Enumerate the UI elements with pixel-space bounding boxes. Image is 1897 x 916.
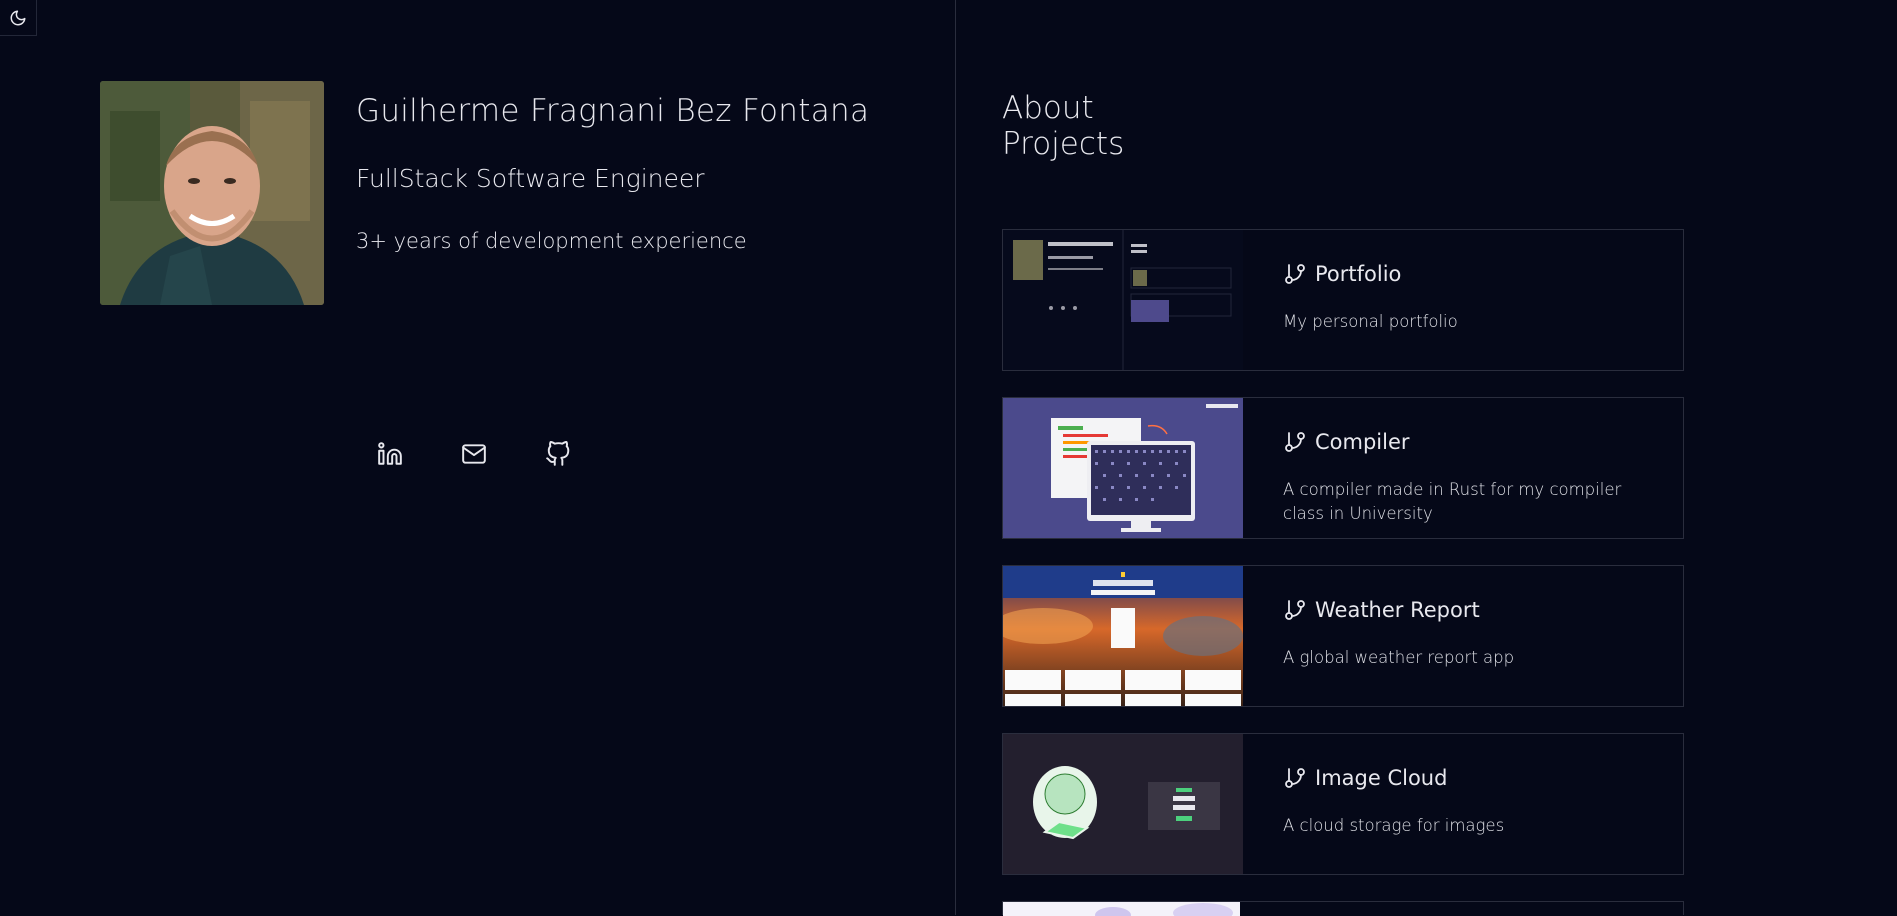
project-description: My personal portfolio [1283,312,1458,331]
project-title: Weather Report [1315,598,1480,622]
mail-icon [462,444,486,464]
profile-role: FullStack Software Engineer [356,164,705,193]
git-branch-icon [1285,264,1305,284]
project-thumbnail-partial [1003,902,1240,916]
profile-panel: Guilherme Fragnani Bez Fontana FullStack… [0,0,956,915]
project-description: A global weather report app [1283,648,1515,667]
git-branch-icon [1285,768,1305,788]
email-link[interactable] [456,436,492,472]
project-title: Portfolio [1315,262,1402,286]
project-card-portfolio[interactable]: Portfolio My personal portfolio [1002,229,1684,371]
profile-experience: 3+ years of development experience [356,229,747,253]
project-description: A cloud storage for images [1283,816,1505,835]
github-link[interactable] [540,436,576,472]
project-thumbnail-weather-report [1003,566,1243,706]
social-links [372,436,576,472]
project-title: Compiler [1315,430,1410,454]
linkedin-link[interactable] [372,436,408,472]
projects-panel: About Projects Portfolio My personal por… [957,0,1897,916]
git-branch-icon [1285,600,1305,620]
project-card-partial[interactable] [1002,901,1684,916]
project-thumbnail-portfolio [1003,230,1243,370]
avatar [100,81,324,305]
about-projects-title: About Projects [1002,90,1125,162]
profile-name: Guilherme Fragnani Bez Fontana [356,93,870,129]
project-card-image-cloud[interactable]: Image Cloud A cloud storage for images [1002,733,1684,875]
project-description: A compiler made in Rust for my compiler … [1283,480,1622,523]
project-thumbnail-image-cloud [1003,734,1243,874]
project-card-compiler[interactable]: Compiler A compiler made in Rust for my … [1002,397,1684,539]
project-card-weather-report[interactable]: Weather Report A global weather report a… [1002,565,1684,707]
linkedin-icon [378,442,402,465]
project-title: Image Cloud [1315,766,1448,790]
git-branch-icon [1285,432,1305,452]
github-icon [546,441,570,466]
project-thumbnail-compiler [1003,398,1243,538]
